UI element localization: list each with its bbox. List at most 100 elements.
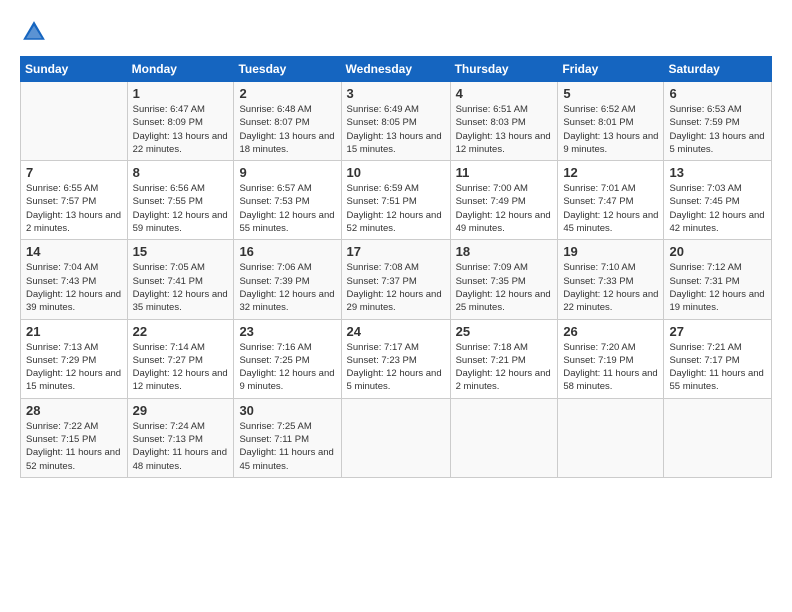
day-number: 27 [669, 324, 766, 339]
day-info: Sunrise: 6:47 AMSunset: 8:09 PMDaylight:… [133, 103, 229, 156]
header [20, 18, 772, 46]
day-number: 21 [26, 324, 122, 339]
calendar-week-row: 7 Sunrise: 6:55 AMSunset: 7:57 PMDaylight… [21, 161, 772, 240]
day-info: Sunrise: 7:18 AMSunset: 7:21 PMDaylight:… [456, 341, 553, 394]
day-info: Sunrise: 6:57 AMSunset: 7:53 PMDaylight:… [239, 182, 335, 235]
day-number: 19 [563, 244, 658, 259]
calendar-cell: 19 Sunrise: 7:10 AMSunset: 7:33 PMDayligh… [558, 240, 664, 319]
calendar-cell: 18 Sunrise: 7:09 AMSunset: 7:35 PMDayligh… [450, 240, 558, 319]
day-info: Sunrise: 7:05 AMSunset: 7:41 PMDaylight:… [133, 261, 229, 314]
day-number: 8 [133, 165, 229, 180]
day-info: Sunrise: 7:24 AMSunset: 7:13 PMDaylight:… [133, 420, 229, 473]
col-header-saturday: Saturday [664, 57, 772, 82]
calendar-cell: 28 Sunrise: 7:22 AMSunset: 7:15 PMDayligh… [21, 398, 128, 477]
col-header-wednesday: Wednesday [341, 57, 450, 82]
calendar-week-row: 1Sunrise: 6:47 AMSunset: 8:09 PMDaylight… [21, 82, 772, 161]
day-number: 10 [347, 165, 445, 180]
day-number: 20 [669, 244, 766, 259]
calendar-cell: 14 Sunrise: 7:04 AMSunset: 7:43 PMDayligh… [21, 240, 128, 319]
day-number: 15 [133, 244, 229, 259]
calendar-cell: 17Sunrise: 7:08 AMSunset: 7:37 PMDayligh… [341, 240, 450, 319]
calendar-cell: 24 Sunrise: 7:17 AMSunset: 7:23 PMDayligh… [341, 319, 450, 398]
calendar-cell: 12Sunrise: 7:01 AMSunset: 7:47 PMDayligh… [558, 161, 664, 240]
calendar-cell: 29 Sunrise: 7:24 AMSunset: 7:13 PMDayligh… [127, 398, 234, 477]
day-number: 9 [239, 165, 335, 180]
day-info: Sunrise: 6:53 AMSunset: 7:59 PMDaylight:… [669, 103, 766, 156]
calendar-cell: 4Sunrise: 6:51 AMSunset: 8:03 PMDaylight… [450, 82, 558, 161]
col-header-sunday: Sunday [21, 57, 128, 82]
day-number: 25 [456, 324, 553, 339]
calendar-cell: 1Sunrise: 6:47 AMSunset: 8:09 PMDaylight… [127, 82, 234, 161]
day-number: 3 [347, 86, 445, 101]
calendar-cell: 23 Sunrise: 7:16 AMSunset: 7:25 PMDayligh… [234, 319, 341, 398]
day-info: Sunrise: 7:03 AMSunset: 7:45 PMDaylight:… [669, 182, 766, 235]
day-number: 18 [456, 244, 553, 259]
day-info: Sunrise: 6:52 AMSunset: 8:01 PMDaylight:… [563, 103, 658, 156]
calendar-cell: 25 Sunrise: 7:18 AMSunset: 7:21 PMDayligh… [450, 319, 558, 398]
day-info: Sunrise: 7:17 AMSunset: 7:23 PMDaylight:… [347, 341, 445, 394]
col-header-thursday: Thursday [450, 57, 558, 82]
logo-icon [20, 18, 48, 46]
calendar-cell: 27 Sunrise: 7:21 AMSunset: 7:17 PMDayligh… [664, 319, 772, 398]
calendar-cell [341, 398, 450, 477]
day-number: 26 [563, 324, 658, 339]
day-info: Sunrise: 7:21 AMSunset: 7:17 PMDaylight:… [669, 341, 766, 394]
day-info: Sunrise: 7:22 AMSunset: 7:15 PMDaylight:… [26, 420, 122, 473]
day-number: 24 [347, 324, 445, 339]
day-number: 22 [133, 324, 229, 339]
calendar-cell: 7 Sunrise: 6:55 AMSunset: 7:57 PMDaylight… [21, 161, 128, 240]
calendar-cell: 2Sunrise: 6:48 AMSunset: 8:07 PMDaylight… [234, 82, 341, 161]
calendar-week-row: 21 Sunrise: 7:13 AMSunset: 7:29 PMDayligh… [21, 319, 772, 398]
day-info: Sunrise: 7:13 AMSunset: 7:29 PMDaylight:… [26, 341, 122, 394]
day-info: Sunrise: 7:04 AMSunset: 7:43 PMDaylight:… [26, 261, 122, 314]
day-info: Sunrise: 7:16 AMSunset: 7:25 PMDaylight:… [239, 341, 335, 394]
day-info: Sunrise: 7:10 AMSunset: 7:33 PMDaylight:… [563, 261, 658, 314]
day-number: 28 [26, 403, 122, 418]
calendar-cell: 5 Sunrise: 6:52 AMSunset: 8:01 PMDaylight… [558, 82, 664, 161]
page: SundayMondayTuesdayWednesdayThursdayFrid… [0, 0, 792, 488]
calendar-week-row: 28 Sunrise: 7:22 AMSunset: 7:15 PMDayligh… [21, 398, 772, 477]
logo [20, 18, 52, 46]
day-info: Sunrise: 6:51 AMSunset: 8:03 PMDaylight:… [456, 103, 553, 156]
day-number: 6 [669, 86, 766, 101]
day-info: Sunrise: 7:20 AMSunset: 7:19 PMDaylight:… [563, 341, 658, 394]
day-info: Sunrise: 7:09 AMSunset: 7:35 PMDaylight:… [456, 261, 553, 314]
day-info: Sunrise: 7:12 AMSunset: 7:31 PMDaylight:… [669, 261, 766, 314]
calendar-cell: 8 Sunrise: 6:56 AMSunset: 7:55 PMDaylight… [127, 161, 234, 240]
calendar-week-row: 14 Sunrise: 7:04 AMSunset: 7:43 PMDayligh… [21, 240, 772, 319]
calendar-cell: 3 Sunrise: 6:49 AMSunset: 8:05 PMDaylight… [341, 82, 450, 161]
calendar-cell: 26 Sunrise: 7:20 AMSunset: 7:19 PMDayligh… [558, 319, 664, 398]
day-info: Sunrise: 6:59 AMSunset: 7:51 PMDaylight:… [347, 182, 445, 235]
day-info: Sunrise: 7:06 AMSunset: 7:39 PMDaylight:… [239, 261, 335, 314]
calendar-cell: 15 Sunrise: 7:05 AMSunset: 7:41 PMDayligh… [127, 240, 234, 319]
calendar-cell: 21 Sunrise: 7:13 AMSunset: 7:29 PMDayligh… [21, 319, 128, 398]
day-number: 30 [239, 403, 335, 418]
col-header-friday: Friday [558, 57, 664, 82]
day-number: 23 [239, 324, 335, 339]
day-number: 11 [456, 165, 553, 180]
day-info: Sunrise: 6:55 AMSunset: 7:57 PMDaylight:… [26, 182, 122, 235]
day-info: Sunrise: 7:00 AMSunset: 7:49 PMDaylight:… [456, 182, 553, 235]
day-info: Sunrise: 6:56 AMSunset: 7:55 PMDaylight:… [133, 182, 229, 235]
calendar-cell: 13 Sunrise: 7:03 AMSunset: 7:45 PMDayligh… [664, 161, 772, 240]
day-number: 17 [347, 244, 445, 259]
calendar-cell: 10 Sunrise: 6:59 AMSunset: 7:51 PMDayligh… [341, 161, 450, 240]
calendar-table: SundayMondayTuesdayWednesdayThursdayFrid… [20, 56, 772, 478]
calendar-cell: 16Sunrise: 7:06 AMSunset: 7:39 PMDayligh… [234, 240, 341, 319]
calendar-cell: 11 Sunrise: 7:00 AMSunset: 7:49 PMDayligh… [450, 161, 558, 240]
day-number: 2 [239, 86, 335, 101]
day-number: 14 [26, 244, 122, 259]
day-number: 5 [563, 86, 658, 101]
day-number: 29 [133, 403, 229, 418]
calendar-cell: 22Sunrise: 7:14 AMSunset: 7:27 PMDayligh… [127, 319, 234, 398]
day-number: 7 [26, 165, 122, 180]
col-header-monday: Monday [127, 57, 234, 82]
day-info: Sunrise: 7:01 AMSunset: 7:47 PMDaylight:… [563, 182, 658, 235]
calendar-cell [21, 82, 128, 161]
day-number: 13 [669, 165, 766, 180]
day-info: Sunrise: 6:49 AMSunset: 8:05 PMDaylight:… [347, 103, 445, 156]
calendar-cell: 30 Sunrise: 7:25 AMSunset: 7:11 PMDayligh… [234, 398, 341, 477]
calendar-cell [450, 398, 558, 477]
day-info: Sunrise: 7:25 AMSunset: 7:11 PMDaylight:… [239, 420, 335, 473]
calendar-header-row: SundayMondayTuesdayWednesdayThursdayFrid… [21, 57, 772, 82]
